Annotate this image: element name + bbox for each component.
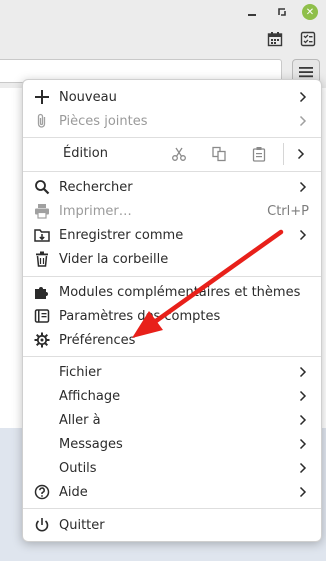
menu-item-label: Messages — [59, 436, 123, 452]
save-folder-icon — [33, 226, 51, 244]
search-icon — [33, 178, 51, 196]
toolbar — [0, 24, 326, 55]
menu-item-label: Imprimer… — [59, 203, 132, 219]
menu-item-label: Aller à — [59, 412, 101, 428]
chevron-right-icon — [299, 486, 309, 498]
chevron-right-icon — [299, 390, 309, 402]
menu-separator — [23, 171, 321, 172]
menu-item-nouveau[interactable]: Nouveau — [23, 85, 321, 109]
title-bar: ✕ — [0, 0, 326, 24]
menu-item-parametres-comptes[interactable]: Paramètres des comptes — [23, 304, 321, 328]
help-icon — [33, 483, 51, 501]
menu-item-quitter[interactable]: Quitter — [23, 513, 321, 537]
menu-item-label: Préférences — [59, 332, 136, 348]
cut-icon[interactable] — [169, 144, 189, 164]
paste-icon[interactable] — [249, 144, 269, 164]
maximize-icon[interactable] — [274, 4, 290, 20]
menu-separator — [23, 276, 321, 277]
menu-item-label: Outils — [59, 460, 97, 476]
menu-item-imprimer[interactable]: Imprimer… Ctrl+P — [23, 199, 321, 223]
menu-item-affichage[interactable]: Affichage — [23, 384, 321, 408]
menu-item-aller-a[interactable]: Aller à — [23, 408, 321, 432]
menu-item-modules[interactable]: Modules complémentaires et thèmes — [23, 280, 321, 304]
hamburger-icon — [299, 67, 313, 78]
menu-item-outils[interactable]: Outils — [23, 456, 321, 480]
close-icon[interactable]: ✕ — [302, 4, 318, 20]
menu-item-label: Enregistrer comme — [59, 227, 184, 243]
account-icon — [33, 307, 51, 325]
menu-separator — [23, 356, 321, 357]
menu-item-messages[interactable]: Messages — [23, 432, 321, 456]
gear-icon — [33, 331, 51, 349]
menu-item-label: Vider la corbeille — [59, 251, 169, 267]
chevron-right-icon — [299, 91, 309, 103]
chevron-right-icon — [299, 229, 309, 241]
menu-item-pieces-jointes[interactable]: Pièces jointes — [23, 109, 321, 133]
menu-item-enregistrer-comme[interactable]: Enregistrer comme — [23, 223, 321, 247]
menu-item-label: Fichier — [59, 364, 102, 380]
chevron-right-icon — [299, 181, 309, 193]
calendar-icon[interactable] — [265, 29, 285, 49]
puzzle-icon — [33, 283, 51, 301]
shortcut-label: Ctrl+P — [267, 203, 309, 219]
chevron-right-icon — [299, 115, 309, 127]
chevron-right-icon — [299, 438, 309, 450]
menu-item-label: Pièces jointes — [59, 113, 148, 129]
menu-item-label: Affichage — [59, 388, 121, 404]
menu-item-fichier[interactable]: Fichier — [23, 360, 321, 384]
menu-item-preferences[interactable]: Préférences — [23, 328, 321, 352]
app-menu: Nouveau Pièces jointes Édition Recherche… — [22, 79, 322, 542]
menu-separator — [23, 508, 321, 509]
edit-divider — [283, 143, 284, 165]
chevron-right-icon — [299, 414, 309, 426]
menu-item-label: Modules complémentaires et thèmes — [59, 284, 301, 300]
power-icon — [33, 516, 51, 534]
paperclip-icon — [33, 112, 51, 130]
menu-item-label: Aide — [59, 484, 88, 500]
menu-item-label: Rechercher — [59, 179, 133, 195]
menu-item-label: Quitter — [59, 517, 105, 533]
plus-icon — [33, 88, 51, 106]
edit-label: Édition — [63, 146, 108, 161]
trash-icon — [33, 250, 51, 268]
minimize-icon[interactable] — [244, 4, 260, 20]
chevron-right-icon — [299, 366, 309, 378]
menu-item-vider-corbeille[interactable]: Vider la corbeille — [23, 247, 321, 271]
copy-icon[interactable] — [209, 144, 229, 164]
chevron-right-icon — [299, 462, 309, 474]
menu-item-label: Nouveau — [59, 89, 117, 105]
menu-item-rechercher[interactable]: Rechercher — [23, 175, 321, 199]
menu-item-aide[interactable]: Aide — [23, 480, 321, 504]
printer-icon — [33, 202, 51, 220]
menu-edit-row: Édition — [23, 139, 321, 169]
menu-item-label: Paramètres des comptes — [59, 308, 221, 324]
chevron-right-icon[interactable] — [291, 144, 311, 164]
menu-separator — [23, 137, 321, 138]
tasks-icon[interactable] — [298, 29, 318, 49]
